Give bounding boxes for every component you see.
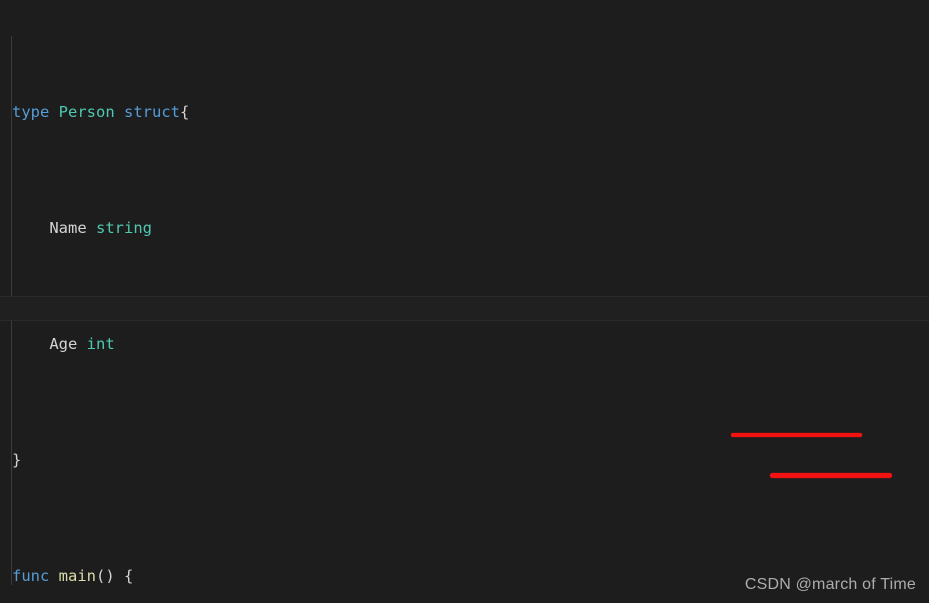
field-type: int (86, 335, 115, 353)
code-content[interactable]: type Person struct{ Name string Age int … (0, 11, 929, 603)
code-line-1[interactable]: type Person struct{ (0, 98, 929, 127)
code-editor[interactable]: type Person struct{ Name string Age int … (0, 0, 929, 603)
brace-close: } (12, 451, 22, 469)
field-name: Name (49, 219, 87, 237)
code-line-3[interactable]: Age int (0, 330, 929, 359)
field-type: string (96, 219, 152, 237)
keyword-struct: struct (124, 103, 181, 121)
brace-open: { (180, 103, 190, 121)
code-line-2[interactable]: Name string (0, 214, 929, 243)
code-line-4[interactable]: } (0, 446, 929, 475)
field-name: Age (49, 335, 78, 353)
parens: () (96, 567, 115, 585)
type-name-person: Person (58, 103, 115, 121)
keyword-func: func (12, 567, 50, 585)
keyword-type: type (12, 103, 50, 121)
function-name-main: main (58, 567, 96, 585)
watermark: CSDN @march of Time (744, 576, 916, 593)
brace-open: { (124, 567, 134, 585)
